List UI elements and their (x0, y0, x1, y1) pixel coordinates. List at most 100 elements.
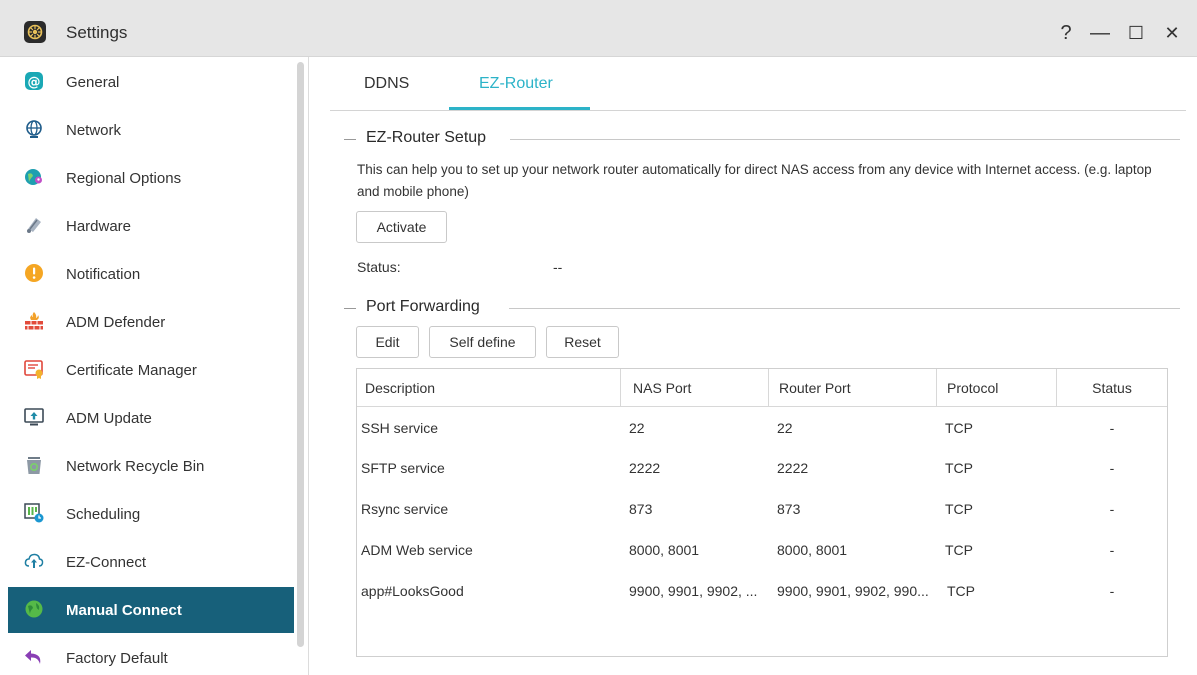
sidebar-item-certificate-manager[interactable]: Certificate Manager (8, 347, 294, 393)
cell-nas-port: 873 (629, 501, 653, 517)
sidebar-item-label: EZ-Connect (66, 554, 147, 571)
cell-description: SSH service (361, 420, 439, 436)
cell-router-port: 22 (777, 420, 793, 436)
sidebar-item-label: ADM Update (66, 410, 152, 427)
general-icon: @ (24, 71, 44, 91)
cell-router-port: 2222 (777, 460, 809, 476)
sidebar-item-label: General (66, 74, 120, 91)
cell-description: ADM Web service (361, 542, 473, 558)
sidebar: @ General Network Regional Options Hardw… (0, 57, 309, 675)
activate-button[interactable]: Activate (356, 211, 447, 243)
sidebar-item-hardware[interactable]: Hardware (8, 203, 294, 249)
column-header-nas-port[interactable]: NAS Port (621, 369, 769, 407)
globe-icon (24, 119, 44, 139)
cell-protocol: TCP (945, 542, 973, 558)
alert-icon (24, 263, 44, 283)
port-forwarding-header: Port Forwarding (344, 298, 1180, 318)
title-bar: Settings ? — ☐ ✕ (0, 0, 1197, 57)
cell-router-port: 8000, 8001 (777, 542, 848, 558)
cell-status: - (1109, 501, 1115, 517)
minimize-button[interactable]: — (1088, 21, 1112, 45)
tab-ez-router[interactable]: EZ-Router (479, 75, 553, 93)
sidebar-item-scheduling[interactable]: Scheduling (8, 491, 294, 537)
ez-router-setup-header: EZ-Router Setup (344, 129, 1180, 149)
column-header-router-port[interactable]: Router Port (769, 369, 937, 407)
active-tab-indicator (449, 107, 590, 110)
table-row[interactable]: app#LooksGood 9900, 9901, 9902, ... 9900… (357, 571, 1167, 611)
sidebar-item-regional-options[interactable]: Regional Options (8, 155, 294, 201)
cell-status: - (1109, 460, 1115, 476)
sidebar-item-network-recycle-bin[interactable]: Network Recycle Bin (8, 443, 294, 489)
table-row[interactable]: ADM Web service 8000, 8001 8000, 8001 TC… (357, 530, 1167, 570)
column-header-description[interactable]: Description (357, 369, 621, 407)
sidebar-item-ez-connect[interactable]: EZ-Connect (8, 539, 294, 585)
cell-nas-port: 2222 (629, 460, 661, 476)
cell-router-port: 873 (777, 501, 801, 517)
scheduling-icon (24, 503, 44, 523)
help-button[interactable]: ? (1054, 21, 1078, 45)
sidebar-item-factory-default[interactable]: Factory Default (8, 635, 294, 675)
table-row[interactable]: Rsync service 873 873 TCP - (357, 489, 1167, 529)
column-header-status[interactable]: Status (1057, 369, 1167, 407)
sidebar-item-adm-defender[interactable]: ADM Defender (8, 299, 294, 345)
settings-app-icon (24, 21, 46, 43)
reset-button[interactable]: Reset (546, 326, 619, 358)
close-button[interactable]: ✕ (1160, 21, 1184, 45)
maximize-button[interactable]: ☐ (1124, 21, 1148, 45)
cell-protocol: TCP (945, 501, 973, 517)
status-label: Status: (357, 259, 401, 275)
table-row[interactable]: SSH service 22 22 TCP - (357, 408, 1167, 448)
edit-button[interactable]: Edit (356, 326, 419, 358)
cell-status: - (1109, 583, 1115, 599)
sidebar-item-label: Factory Default (66, 650, 168, 667)
sidebar-item-general[interactable]: @ General (8, 59, 294, 105)
sidebar-item-label: Network (66, 122, 122, 139)
sidebar-item-label: Regional Options (66, 170, 182, 187)
sidebar-item-manual-connect[interactable]: Manual Connect (8, 587, 294, 633)
hardware-icon (24, 215, 44, 235)
sidebar-scrollbar[interactable] (297, 62, 304, 647)
sidebar-item-adm-update[interactable]: ADM Update (8, 395, 294, 441)
recycle-bin-icon (24, 455, 44, 475)
sidebar-item-label: Hardware (66, 218, 132, 235)
sidebar-item-notification[interactable]: Notification (8, 251, 294, 297)
cell-nas-port: 22 (629, 420, 645, 436)
column-header-protocol[interactable]: Protocol (937, 369, 1057, 407)
tab-bar: DDNS EZ-Router (330, 57, 1186, 111)
cell-status: - (1109, 420, 1115, 436)
window-title: Settings (66, 23, 128, 42)
cell-router-port: 9900, 9901, 9902, 990... (777, 583, 929, 599)
cell-description: Rsync service (361, 501, 449, 517)
sidebar-item-network[interactable]: Network (8, 107, 294, 153)
manual-connect-icon (24, 599, 44, 619)
sidebar-item-label: Network Recycle Bin (66, 458, 205, 475)
ez-router-description: This can help you to set up your network… (357, 162, 1152, 199)
table-header: Description NAS Port Router Port Protoco… (357, 369, 1167, 407)
cloud-upload-icon (24, 551, 44, 571)
update-icon (24, 407, 44, 427)
sidebar-item-label: Manual Connect (66, 602, 182, 619)
cell-description: app#LooksGood (361, 583, 464, 599)
certificate-icon (24, 359, 44, 379)
cell-nas-port: 8000, 8001 (629, 542, 700, 558)
section-title: Port Forwarding (366, 298, 490, 316)
status-value: -- (553, 259, 563, 275)
table-row[interactable]: SFTP service 2222 2222 TCP - (357, 448, 1167, 488)
self-define-button[interactable]: Self define (429, 326, 536, 358)
cell-protocol: TCP (945, 460, 973, 476)
globe-pin-icon (24, 167, 44, 187)
sidebar-item-label: Notification (66, 266, 141, 283)
undo-icon (24, 647, 44, 667)
svg-text:@: @ (28, 75, 41, 90)
port-forwarding-table: Description NAS Port Router Port Protoco… (356, 368, 1168, 657)
sidebar-item-label: Certificate Manager (66, 362, 197, 379)
sidebar-item-label: ADM Defender (66, 314, 166, 331)
firewall-icon (24, 311, 44, 331)
tab-ddns[interactable]: DDNS (364, 75, 409, 93)
cell-description: SFTP service (361, 460, 445, 476)
cell-status: - (1109, 542, 1115, 558)
cell-nas-port: 9900, 9901, 9902, ... (629, 583, 758, 599)
cell-protocol: TCP (947, 583, 975, 599)
section-title: EZ-Router Setup (366, 129, 497, 147)
sidebar-item-label: Scheduling (66, 506, 141, 523)
